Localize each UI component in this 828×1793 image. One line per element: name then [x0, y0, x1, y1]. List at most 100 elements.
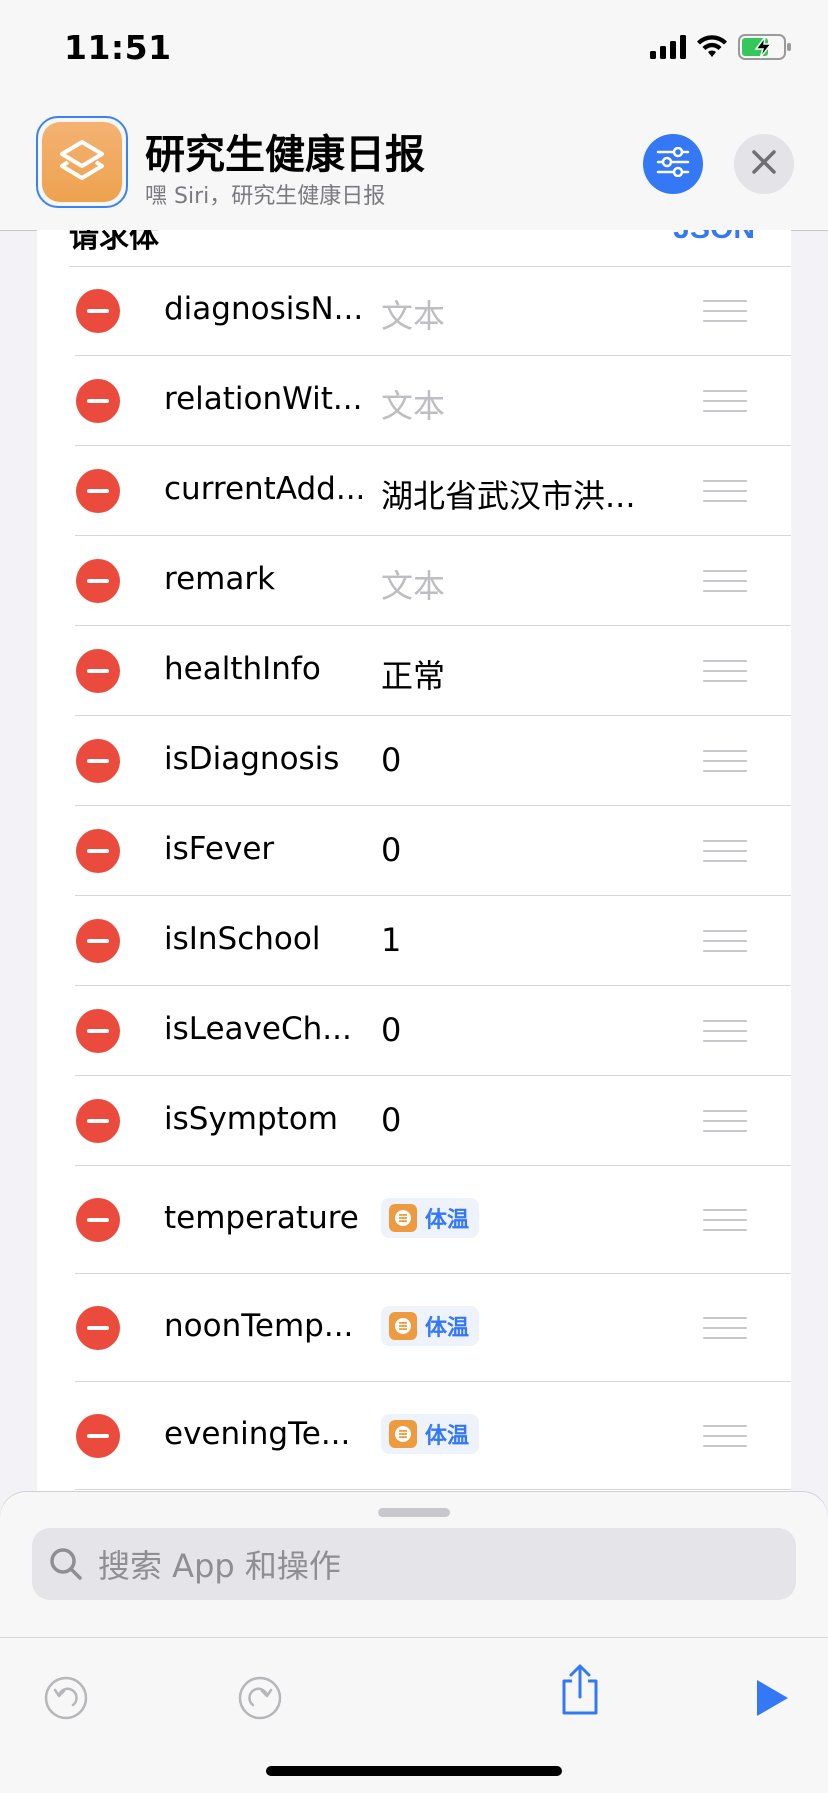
field-key[interactable]: currentAdd... — [164, 471, 365, 507]
reorder-handle[interactable] — [703, 660, 747, 682]
delete-field-button[interactable] — [76, 1306, 120, 1350]
field-row: noonTemp... 体温 — [37, 1274, 791, 1382]
shortcuts-layers-icon — [42, 122, 122, 202]
row-divider — [75, 1489, 791, 1490]
field-key[interactable]: remark — [164, 561, 275, 597]
sheet-grabber[interactable] — [378, 1508, 450, 1517]
field-row: healthInfo 正常 — [37, 626, 791, 716]
redo-icon — [237, 1675, 283, 1726]
variable-token[interactable]: 体温 — [381, 1306, 480, 1346]
reorder-handle[interactable] — [703, 1020, 747, 1042]
run-button[interactable] — [748, 1676, 796, 1724]
field-key[interactable]: diagnosisN... — [164, 291, 363, 327]
play-icon — [754, 1678, 790, 1723]
siri-phrase: 嘿 Siri，研究生健康日报 — [145, 184, 386, 209]
delete-field-button[interactable] — [76, 469, 120, 513]
field-key[interactable]: temperature — [164, 1200, 359, 1236]
field-row: remark 文本 — [37, 536, 791, 626]
field-value[interactable]: 0 — [381, 1101, 401, 1139]
field-row: isFever 0 — [37, 806, 791, 896]
reorder-handle[interactable] — [703, 1209, 747, 1231]
undo-icon — [43, 1675, 89, 1726]
reorder-handle[interactable] — [703, 390, 747, 412]
delete-field-button[interactable] — [76, 1099, 120, 1143]
variable-label: 体温 — [425, 1208, 470, 1233]
request-body-card: 请求体 JSON diagnosisN... 文本 relationWit... 文本… — [37, 230, 791, 1492]
field-row: isInSchool 1 — [37, 896, 791, 986]
undo-button[interactable] — [42, 1676, 90, 1724]
field-value-placeholder[interactable]: 文本 — [381, 381, 445, 427]
share-icon — [558, 1663, 602, 1722]
field-row: isSymptom 0 — [37, 1076, 791, 1166]
field-key[interactable]: isFever — [164, 831, 274, 867]
redo-button[interactable] — [236, 1676, 284, 1724]
delete-field-button[interactable] — [76, 379, 120, 423]
shortcut-title[interactable]: 研究生健康日报 — [145, 122, 425, 180]
delete-field-button[interactable] — [76, 829, 120, 873]
search-placeholder: 搜索 App 和操作 — [98, 1547, 341, 1585]
reorder-handle[interactable] — [703, 840, 747, 862]
delete-field-button[interactable] — [76, 649, 120, 693]
field-key[interactable]: isLeaveCh... — [164, 1011, 352, 1047]
battery-charging-icon — [738, 34, 792, 65]
close-icon — [751, 149, 777, 180]
reorder-handle[interactable] — [703, 300, 747, 322]
home-indicator — [266, 1766, 562, 1776]
field-key[interactable]: isInSchool — [164, 921, 320, 957]
delete-field-button[interactable] — [76, 289, 120, 333]
list-icon — [389, 1312, 417, 1340]
share-button[interactable] — [556, 1664, 604, 1716]
field-key[interactable]: relationWit... — [164, 381, 362, 417]
wifi-icon — [696, 35, 728, 64]
field-value[interactable]: 0 — [381, 831, 401, 869]
list-icon — [389, 1204, 417, 1232]
field-value[interactable]: 1 — [381, 921, 401, 959]
field-key[interactable]: isDiagnosis — [164, 741, 339, 777]
status-bar: 11:51 — [0, 0, 828, 100]
request-body-header: 请求体 JSON — [69, 230, 791, 267]
field-value-placeholder[interactable]: 文本 — [381, 291, 445, 337]
reorder-handle[interactable] — [703, 480, 747, 502]
variable-token[interactable]: 体温 — [381, 1414, 480, 1454]
list-icon — [389, 1420, 417, 1448]
delete-field-button[interactable] — [76, 919, 120, 963]
variable-label: 体温 — [425, 1424, 470, 1449]
field-row: isDiagnosis 0 — [37, 716, 791, 806]
delete-field-button[interactable] — [76, 1198, 120, 1242]
shortcut-icon-button[interactable] — [36, 116, 128, 208]
cellular-signal-icon — [650, 35, 686, 64]
field-row: relationWit... 文本 — [37, 356, 791, 446]
field-key[interactable]: healthInfo — [164, 651, 321, 687]
shortcut-header: 研究生健康日报 嘿 Siri，研究生健康日报 — [0, 100, 828, 231]
field-key[interactable]: eveningTe... — [164, 1416, 350, 1452]
status-icons — [650, 34, 792, 65]
field-key[interactable]: isSymptom — [164, 1101, 338, 1137]
request-body-label: 请求体 — [69, 230, 159, 255]
reorder-handle[interactable] — [703, 570, 747, 592]
actions-sheet: 搜索 App 和操作 — [0, 1492, 828, 1637]
field-value[interactable]: 湖北省武汉市洪... — [381, 471, 636, 517]
reorder-handle[interactable] — [703, 930, 747, 952]
delete-field-button[interactable] — [76, 1414, 120, 1458]
delete-field-button[interactable] — [76, 1009, 120, 1053]
field-row: diagnosisN... 文本 — [37, 266, 791, 356]
reorder-handle[interactable] — [703, 1110, 747, 1132]
reorder-handle[interactable] — [703, 750, 747, 772]
field-value[interactable]: 0 — [381, 1011, 401, 1049]
delete-field-button[interactable] — [76, 739, 120, 783]
reorder-handle[interactable] — [703, 1425, 747, 1447]
settings-button[interactable] — [643, 134, 703, 194]
request-body-type-button[interactable]: JSON — [673, 230, 755, 246]
reorder-handle[interactable] — [703, 1317, 747, 1339]
field-value[interactable]: 0 — [381, 741, 401, 779]
close-button[interactable] — [734, 134, 794, 194]
field-key[interactable]: noonTemp... — [164, 1308, 353, 1344]
variable-label: 体温 — [425, 1316, 470, 1341]
field-value[interactable]: 正常 — [381, 651, 445, 697]
field-value-placeholder[interactable]: 文本 — [381, 561, 445, 607]
search-field[interactable]: 搜索 App 和操作 — [32, 1528, 796, 1600]
field-row: eveningTe... 体温 — [37, 1382, 791, 1490]
variable-token[interactable]: 体温 — [381, 1198, 480, 1238]
field-row: currentAdd... 湖北省武汉市洪... — [37, 446, 791, 536]
delete-field-button[interactable] — [76, 559, 120, 603]
